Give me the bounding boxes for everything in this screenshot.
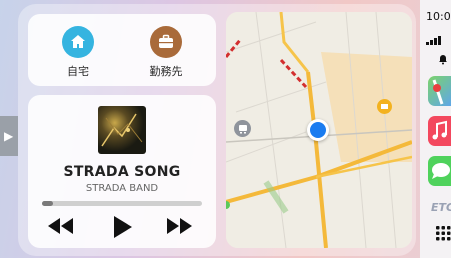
status-time: 10:0 <box>426 10 451 23</box>
previous-track-button[interactable] <box>46 215 76 241</box>
play-icon <box>114 216 132 238</box>
progress-fill <box>42 201 54 206</box>
work-shortcut-button[interactable]: 勤務先 <box>136 26 196 79</box>
fast-forward-icon <box>167 218 192 234</box>
home-shortcut-button[interactable]: 自宅 <box>48 26 108 79</box>
home-shortcut-label: 自宅 <box>67 65 89 78</box>
home-icon <box>62 26 94 58</box>
current-location-icon <box>307 119 329 141</box>
navigation-map[interactable] <box>226 12 412 248</box>
app-grid-icon[interactable] <box>436 226 451 245</box>
side-panel-tab[interactable]: ▶ <box>0 116 18 156</box>
rewind-icon <box>48 218 73 234</box>
work-shortcut-label: 勤務先 <box>149 65 183 78</box>
music-app-icon[interactable] <box>428 116 451 146</box>
etc-label: ETC <box>431 201 451 214</box>
transit-icon[interactable] <box>234 120 251 137</box>
place-marker-icon[interactable] <box>377 99 392 114</box>
next-track-button[interactable] <box>164 215 194 241</box>
briefcase-icon <box>150 26 182 58</box>
now-playing-card: STRADA SONG STRADA BAND <box>28 95 216 248</box>
destination-shortcuts: 自宅 勤務先 <box>28 14 216 86</box>
signal-icon <box>426 30 448 49</box>
play-triangle-icon: ▶ <box>4 129 14 143</box>
messages-app-icon[interactable] <box>428 156 451 186</box>
artist-name: STRADA BAND <box>85 183 159 194</box>
album-art <box>98 106 146 154</box>
maps-app-icon[interactable] <box>428 76 451 106</box>
play-button[interactable] <box>112 215 134 243</box>
progress-bar[interactable] <box>42 201 202 206</box>
song-title: STRADA SONG <box>63 164 181 180</box>
notification-bell-icon <box>438 50 448 69</box>
